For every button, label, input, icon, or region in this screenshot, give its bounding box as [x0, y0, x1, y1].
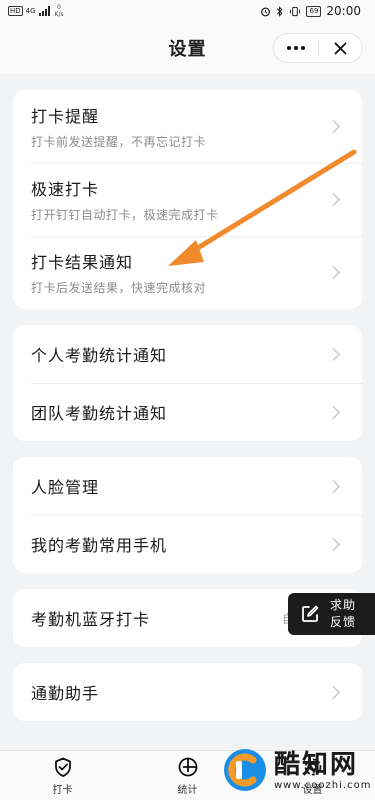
- watermark-logo: [224, 749, 266, 791]
- setting-common-phone[interactable]: 我的考勤常用手机: [13, 515, 362, 573]
- settings-list: 打卡提醒 打卡前发送提醒，不再忘记打卡 极速打卡 打开钉钉自动打卡，极速完成打卡…: [13, 90, 362, 737]
- page-title: 设置: [168, 39, 207, 60]
- settings-card-punch: 打卡提醒 打卡前发送提醒，不再忘记打卡 极速打卡 打开钉钉自动打卡，极速完成打卡…: [13, 90, 362, 309]
- alarm-icon: [261, 7, 271, 16]
- row-text: 极速打卡 打开钉钉自动打卡，极速完成打卡: [31, 176, 329, 223]
- row-title: 打卡结果通知: [31, 253, 134, 272]
- settings-card-identity: 人脸管理 我的考勤常用手机: [13, 457, 362, 573]
- clock: 20:00: [326, 4, 361, 18]
- row-text: 考勤机蓝牙打卡: [31, 606, 282, 630]
- net-speed-value: 0: [57, 4, 61, 11]
- chevron-right-icon: [327, 266, 340, 279]
- row-title: 我的考勤常用手机: [31, 536, 168, 555]
- net-speed: 0 K/s: [55, 4, 64, 18]
- row-title: 打卡提醒: [31, 107, 100, 126]
- settings-card-stats: 个人考勤统计通知 团队考勤统计通知: [13, 325, 362, 441]
- row-text: 我的考勤常用手机: [31, 532, 329, 556]
- row-title: 个人考勤统计通知: [31, 346, 168, 365]
- row-title: 通勤助手: [31, 684, 100, 703]
- close-button[interactable]: [319, 34, 363, 62]
- tab-label: 统计: [177, 784, 198, 796]
- signal-icon: [38, 6, 50, 16]
- tab-stats[interactable]: 统计: [148, 756, 228, 796]
- status-right: 69 20:00: [260, 4, 361, 18]
- row-text: 人脸管理: [31, 474, 329, 498]
- help-label: 求助 反馈: [330, 597, 356, 631]
- chevron-right-icon: [327, 193, 340, 206]
- check-badge-icon: [54, 757, 71, 777]
- more-icon: [286, 46, 305, 50]
- status-left: HD 4G 0 K/s: [8, 4, 64, 18]
- help-feedback-button[interactable]: 求助 反馈: [288, 593, 375, 635]
- row-text: 个人考勤统计通知: [31, 342, 329, 366]
- bluetooth-icon: [277, 5, 284, 17]
- setting-face-management[interactable]: 人脸管理: [13, 457, 362, 515]
- row-text: 打卡提醒 打卡前发送提醒，不再忘记打卡: [31, 103, 329, 150]
- help-label-line1: 求助: [330, 598, 357, 612]
- status-bar: HD 4G 0 K/s 69 20:00: [0, 0, 375, 22]
- vibrate-icon: [290, 6, 301, 16]
- row-title: 考勤机蓝牙打卡: [31, 610, 151, 629]
- network-type: 4G: [25, 6, 36, 15]
- watermark-name: 酷知网: [274, 749, 359, 780]
- settings-card-commute: 通勤助手: [13, 663, 362, 721]
- mini-program-capsule: [273, 33, 363, 63]
- close-icon: [334, 42, 347, 54]
- tab-punch[interactable]: 打卡: [23, 756, 103, 796]
- row-subtitle: 打开钉钉自动打卡，极速完成打卡: [31, 208, 219, 222]
- more-button[interactable]: [274, 34, 318, 62]
- row-title: 极速打卡: [31, 180, 100, 199]
- battery-icon: 69: [306, 5, 322, 17]
- row-text: 团队考勤统计通知: [31, 400, 329, 424]
- tab-label: 打卡: [52, 784, 73, 796]
- chevron-right-icon: [327, 537, 340, 551]
- net-speed-unit: K/s: [54, 11, 64, 18]
- setting-punch-result-notify[interactable]: 打卡结果通知 打卡后发送结果，快速完成核对: [13, 236, 362, 309]
- edit-icon: [302, 605, 319, 622]
- setting-personal-stats-notify[interactable]: 个人考勤统计通知: [13, 325, 362, 383]
- chevron-right-icon: [327, 405, 340, 419]
- row-text: 通勤助手: [31, 680, 329, 704]
- setting-team-stats-notify[interactable]: 团队考勤统计通知: [13, 383, 362, 441]
- setting-fast-punch[interactable]: 极速打卡 打开钉钉自动打卡，极速完成打卡: [13, 163, 362, 236]
- hd-badge: HD: [8, 6, 23, 16]
- setting-commute-assistant[interactable]: 通勤助手: [13, 663, 362, 721]
- row-title: 人脸管理: [31, 478, 100, 497]
- row-subtitle: 打卡前发送提醒，不再忘记打卡: [31, 135, 207, 149]
- nav-bar: 设置: [0, 22, 375, 74]
- chevron-right-icon: [327, 120, 340, 133]
- watermark-text: 酷知网 www.coozhi.com: [274, 750, 371, 791]
- pie-chart-icon: [178, 757, 197, 776]
- watermark: 酷知网 www.coozhi.com: [222, 740, 372, 800]
- watermark-url: www.coozhi.com: [274, 779, 372, 791]
- row-text: 打卡结果通知 打卡后发送结果，快速完成核对: [31, 249, 329, 296]
- row-subtitle: 打卡后发送结果，快速完成核对: [31, 281, 207, 295]
- chevron-right-icon: [327, 479, 340, 493]
- chevron-right-icon: [327, 685, 340, 699]
- row-title: 团队考勤统计通知: [31, 404, 168, 423]
- chevron-right-icon: [327, 347, 340, 361]
- setting-punch-reminder[interactable]: 打卡提醒 打卡前发送提醒，不再忘记打卡: [13, 90, 362, 163]
- help-label-line2: 反馈: [330, 615, 357, 629]
